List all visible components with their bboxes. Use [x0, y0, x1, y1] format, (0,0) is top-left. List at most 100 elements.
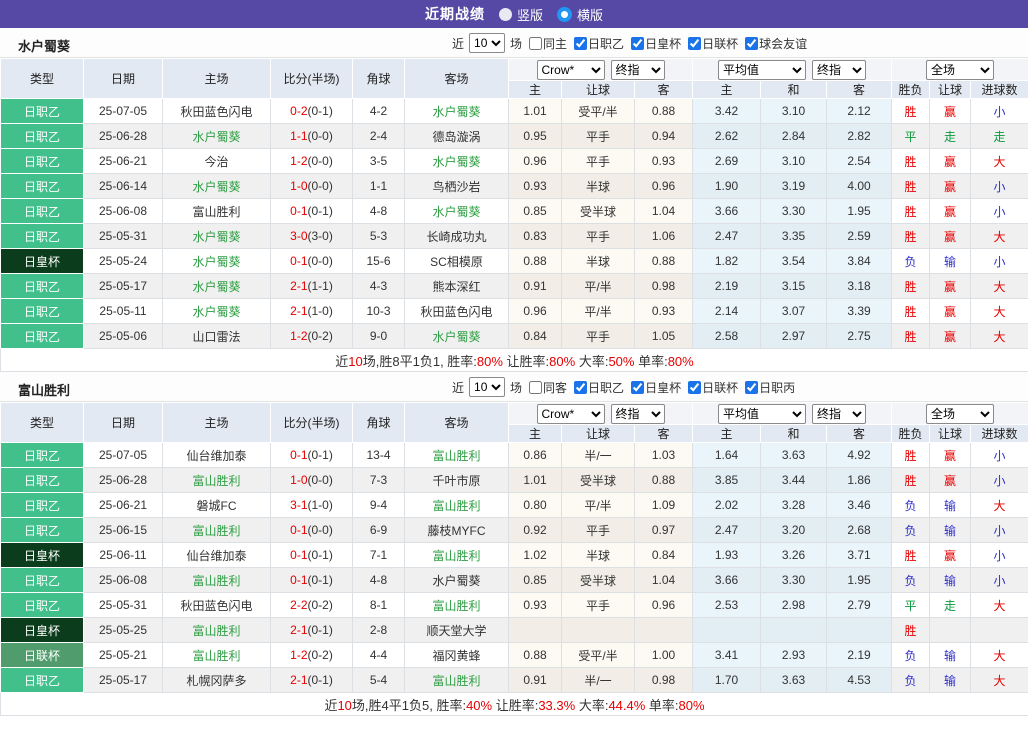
avg-home — [692, 617, 761, 643]
result-goals: 走 — [970, 123, 1028, 149]
same-venue-checkbox[interactable] — [529, 36, 543, 50]
league-checkbox-4[interactable] — [745, 380, 759, 394]
home-team-link[interactable]: 山口雷法 — [162, 323, 271, 349]
home-team-link[interactable]: 富山胜利 — [162, 198, 271, 224]
odds-source-select-3-1[interactable]: 全场 — [926, 59, 995, 80]
league-filter-1[interactable]: 日职乙 — [570, 35, 624, 52]
odds-source-select-2-1[interactable]: 平均值 — [718, 59, 807, 80]
league-filter-3[interactable]: 日联杯 — [684, 379, 738, 396]
league-checkbox-2[interactable] — [631, 380, 645, 394]
home-team-link[interactable]: 富山胜利 — [162, 567, 271, 593]
away-team-link[interactable]: 鸟栖沙岩 — [404, 173, 509, 199]
away-team-link[interactable]: 千叶市原 — [404, 467, 509, 493]
home-team-link[interactable]: 札幌冈萨多 — [162, 667, 271, 693]
odds-source-select-3-1[interactable]: 全场 — [926, 403, 995, 424]
league-filter-label: 日职乙 — [588, 380, 625, 395]
league-checkbox-1[interactable] — [574, 380, 588, 394]
radio-horizontal-icon[interactable] — [557, 6, 572, 22]
result-outcome: 负 — [891, 517, 931, 543]
home-team-link[interactable]: 水户蜀葵 — [162, 173, 271, 199]
avg-away: 1.95 — [825, 198, 893, 224]
odds-handicap: 受半球 — [561, 467, 635, 493]
home-team-link[interactable]: 富山胜利 — [162, 617, 271, 643]
league-filter-4[interactable]: 球会友谊 — [741, 35, 807, 52]
odds-source-select-1-1[interactable]: Crow* — [536, 59, 605, 80]
recent-count-select[interactable]: 10 — [469, 377, 506, 397]
home-team-link[interactable]: 今治 — [162, 148, 271, 174]
league-checkbox-3[interactable] — [688, 380, 702, 394]
away-team-link[interactable]: SC相模原 — [404, 248, 509, 274]
odds-source-select-1-2[interactable]: 终指 — [610, 403, 665, 424]
summary-segment: 单率: — [634, 353, 668, 369]
away-team-link[interactable]: 水户蜀葵 — [404, 148, 509, 174]
league-checkbox-2[interactable] — [631, 36, 645, 50]
summary-segment: 场,胜8平1负1, 胜率: — [362, 353, 477, 369]
league-filter-3[interactable]: 日联杯 — [684, 35, 738, 52]
league-filter-2[interactable]: 日皇杯 — [627, 35, 681, 52]
league-checkbox-3[interactable] — [688, 36, 702, 50]
home-team-link[interactable]: 富山胜利 — [162, 642, 271, 668]
away-team-link[interactable]: 富山胜利 — [404, 492, 509, 518]
league-filter-2[interactable]: 日皇杯 — [627, 379, 681, 396]
league-filter-4[interactable]: 日职丙 — [741, 379, 795, 396]
away-team-link[interactable]: 顺天堂大学 — [404, 617, 509, 643]
home-team-link[interactable]: 水户蜀葵 — [162, 248, 271, 274]
away-team-link[interactable]: 水户蜀葵 — [404, 323, 509, 349]
odds-source-select-2-2[interactable]: 终指 — [812, 403, 867, 424]
avg-draw: 3.30 — [760, 567, 827, 593]
league-filter-1[interactable]: 日职乙 — [570, 379, 624, 396]
odds-handicap: 平手 — [561, 592, 635, 618]
league-checkbox-4[interactable] — [745, 36, 759, 50]
away-team-link[interactable]: 水户蜀葵 — [404, 198, 509, 224]
away-team-link[interactable]: 熊本深红 — [404, 273, 509, 299]
odds-source-select-1-2[interactable]: 终指 — [610, 59, 665, 80]
away-team-link[interactable]: 长崎成功丸 — [404, 223, 509, 249]
result-outcome: 胜 — [891, 298, 931, 324]
home-team-link[interactable]: 秋田蓝色闪电 — [162, 98, 271, 124]
odds-away: 0.98 — [634, 273, 693, 299]
odds-source-select-2-2[interactable]: 终指 — [812, 59, 867, 80]
home-team-link[interactable]: 仙台维加泰 — [162, 542, 271, 568]
same-venue-filter[interactable]: 同主 — [525, 35, 567, 52]
away-team-link[interactable]: 秋田蓝色闪电 — [404, 298, 509, 324]
league-checkbox-1[interactable] — [574, 36, 588, 50]
away-team-link[interactable]: 富山胜利 — [404, 542, 509, 568]
same-venue-filter[interactable]: 同客 — [525, 379, 567, 396]
home-team-link[interactable]: 磐城FC — [162, 492, 271, 518]
home-team-link[interactable]: 水户蜀葵 — [162, 223, 271, 249]
home-team-link[interactable]: 水户蜀葵 — [162, 298, 271, 324]
subcol-header: 胜负 — [891, 80, 931, 99]
summary-segment: 50% — [608, 353, 635, 369]
league-filter-label: 日皇杯 — [645, 380, 682, 395]
match-row: 日职乙 25-05-06 山口雷法 1-2(0-2) 9-0 水户蜀葵 0.84 平手 1.05… — [0, 323, 1028, 349]
radio-vertical-icon[interactable] — [498, 7, 512, 21]
away-team-link[interactable]: 福冈黄蜂 — [404, 642, 509, 668]
odds-home: 0.84 — [508, 323, 562, 349]
home-team-link[interactable]: 水户蜀葵 — [162, 123, 271, 149]
home-team-link[interactable]: 富山胜利 — [162, 517, 271, 543]
same-venue-checkbox[interactable] — [529, 380, 543, 394]
away-team-link[interactable]: 德岛漩涡 — [404, 123, 509, 149]
odds-handicap: 半球 — [561, 248, 635, 274]
match-row: 日皇杯 25-05-24 水户蜀葵 0-1(0-0) 15-6 SC相模原 0.88 半球 0.… — [0, 248, 1028, 274]
corner-cell: 13-4 — [352, 442, 405, 468]
radio-horizontal-option[interactable]: 横版 — [557, 5, 603, 24]
away-team-link[interactable]: 藤枝MYFC — [404, 517, 509, 543]
away-team-link[interactable]: 富山胜利 — [404, 442, 509, 468]
result-outcome: 负 — [891, 492, 931, 518]
odds-source-select-1-1[interactable]: Crow* — [536, 403, 605, 424]
away-team-link[interactable]: 水户蜀葵 — [404, 567, 509, 593]
odds-away: 0.94 — [634, 123, 693, 149]
away-team-link[interactable]: 水户蜀葵 — [404, 98, 509, 124]
odds-home: 0.93 — [508, 173, 562, 199]
home-team-link[interactable]: 富山胜利 — [162, 467, 271, 493]
match-date: 25-07-05 — [83, 98, 163, 124]
odds-source-select-2-1[interactable]: 平均值 — [718, 403, 807, 424]
away-team-link[interactable]: 富山胜利 — [404, 592, 509, 618]
away-team-link[interactable]: 富山胜利 — [404, 667, 509, 693]
home-team-link[interactable]: 秋田蓝色闪电 — [162, 592, 271, 618]
home-team-link[interactable]: 仙台维加泰 — [162, 442, 271, 468]
home-team-link[interactable]: 水户蜀葵 — [162, 273, 271, 299]
radio-vertical-option[interactable]: 竖版 — [498, 5, 543, 24]
recent-count-select[interactable]: 10 — [469, 33, 506, 53]
